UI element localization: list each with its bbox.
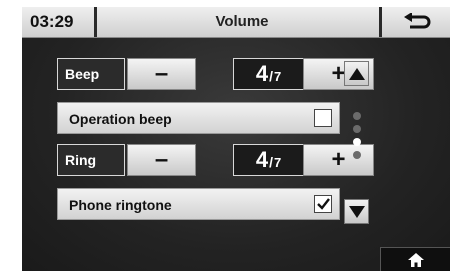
phone-ringtone-checkbox[interactable]	[314, 195, 332, 213]
value-separator: /	[269, 154, 273, 170]
back-arrow-icon	[404, 13, 431, 29]
header-separator	[94, 7, 97, 37]
beep-current-value: 4	[255, 61, 269, 86]
header-bar: 03:29 Volume	[22, 7, 450, 38]
clock: 03:29	[30, 12, 74, 31]
home-icon	[408, 253, 424, 267]
page-title: Volume	[215, 13, 269, 30]
operation-beep-label: Operation beep	[69, 111, 172, 127]
ring-plus-button[interactable]: +	[303, 144, 374, 176]
phone-ringtone-label: Phone ringtone	[69, 197, 172, 213]
triangle-up-icon	[348, 67, 365, 80]
page-indicator-dot-active	[353, 138, 361, 146]
ring-row: Ring – 4/7 +	[57, 144, 374, 176]
scroll-up-button[interactable]	[344, 61, 369, 86]
ring-label: Ring	[57, 144, 125, 176]
operation-beep-checkbox[interactable]	[314, 109, 332, 127]
value-separator: /	[269, 68, 273, 84]
page-indicator-dot	[353, 125, 361, 133]
beep-value: 4/7	[233, 58, 304, 90]
check-icon	[317, 198, 330, 210]
back-button[interactable]	[384, 7, 450, 37]
ring-minus-button[interactable]: –	[127, 144, 196, 176]
page-indicator-dot	[353, 112, 361, 120]
beep-label: Beep	[57, 58, 125, 90]
page-indicator-dot	[353, 151, 361, 159]
beep-row: Beep – 4/7 +	[57, 58, 374, 90]
phone-ringtone-option[interactable]: Phone ringtone	[57, 188, 340, 220]
scroll-down-button[interactable]	[344, 199, 369, 224]
ring-value: 4/7	[233, 144, 304, 176]
beep-max-value: 7	[273, 69, 282, 84]
volume-screen: 03:29 Volume Beep – 4/7 + Operation beep…	[22, 7, 450, 271]
operation-beep-option[interactable]: Operation beep	[57, 102, 340, 134]
triangle-down-icon	[348, 205, 365, 218]
beep-minus-button[interactable]: –	[127, 58, 196, 90]
header-separator	[379, 7, 382, 37]
ring-max-value: 7	[273, 155, 282, 170]
ring-current-value: 4	[255, 147, 269, 172]
home-button[interactable]	[380, 247, 450, 271]
